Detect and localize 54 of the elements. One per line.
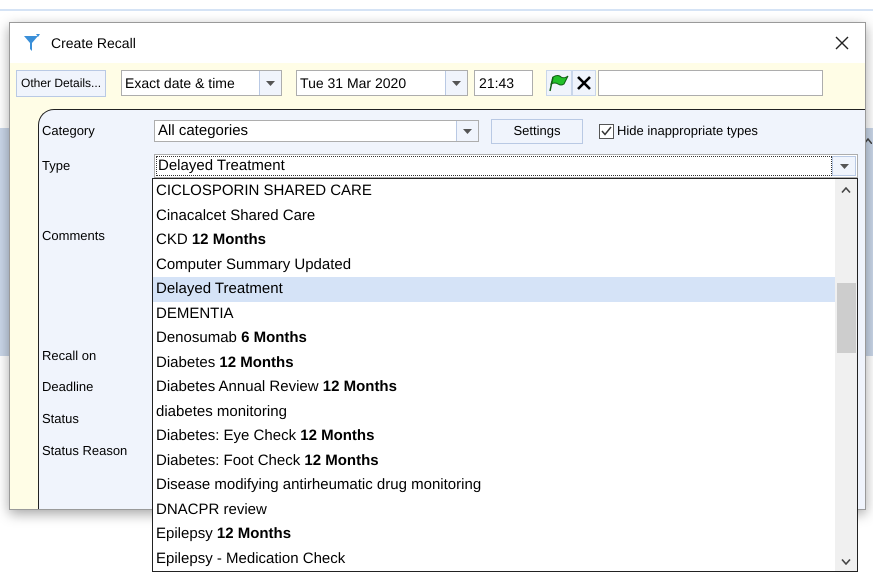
- dropdown-item[interactable]: Denosumab 6 Months: [153, 326, 835, 350]
- dropdown-item[interactable]: diabetes monitoring: [153, 400, 835, 424]
- text-input-field[interactable]: [598, 70, 824, 96]
- dropdown-item[interactable]: Epilepsy - Medication Check: [153, 546, 835, 571]
- caret-icon: [266, 80, 276, 86]
- dropdown-item[interactable]: Epilepsy 12 Months: [153, 522, 835, 546]
- date-select[interactable]: Tue 31 Mar 2020: [296, 70, 468, 96]
- category-select[interactable]: All categories: [154, 120, 479, 142]
- scroll-up-icon: [841, 187, 851, 193]
- window-title: Create Recall: [51, 34, 136, 52]
- date-value: Tue 31 Mar 2020: [300, 74, 406, 92]
- clear-button[interactable]: [572, 70, 596, 96]
- dropdown-item[interactable]: Diabetes: Eye Check 12 Months: [153, 424, 835, 448]
- caret-icon: [840, 164, 848, 168]
- chevron-icon: [864, 138, 872, 144]
- caret-icon: [463, 128, 472, 134]
- scrollbar[interactable]: [835, 179, 857, 571]
- date-mode-select[interactable]: Exact date & time: [121, 70, 282, 96]
- field-label: Status: [42, 411, 79, 427]
- dropdown-item[interactable]: Diabetes: Foot Check 12 Months: [153, 448, 835, 473]
- dropdown-item[interactable]: CKD 12 Months: [153, 228, 835, 252]
- dropdown-item[interactable]: Diabetes Annual Review 12 Months: [153, 375, 835, 400]
- dropdown-item[interactable]: Disease modifying antirheumatic drug monitoring: [153, 473, 835, 498]
- other-details-button[interactable]: Other Details...: [16, 70, 106, 96]
- settings-button[interactable]: Settings: [491, 118, 583, 144]
- dropdown-item[interactable]: CICLOSPORIN SHARED CARE: [153, 179, 835, 204]
- dropdown-item[interactable]: DNACPR review: [153, 498, 835, 522]
- scrollbar-thumb[interactable]: [836, 283, 856, 353]
- close-button[interactable]: [833, 34, 851, 52]
- flag-icon: [549, 74, 570, 92]
- date-mode-value: Exact date & time: [125, 74, 235, 92]
- hide-types-label: Hide inappropriate types: [617, 122, 758, 140]
- dropdown-item[interactable]: Computer Summary Updated: [153, 252, 835, 277]
- type-value: Delayed Treatment: [156, 156, 832, 176]
- type-select[interactable]: Delayed Treatment: [154, 154, 858, 178]
- hide-types-checkbox[interactable]: [599, 124, 614, 138]
- category-label: Category: [42, 122, 96, 140]
- field-label: Comments: [42, 228, 105, 244]
- type-label: Type: [42, 157, 72, 176]
- dropdown-item[interactable]: DEMENTIA: [153, 302, 835, 326]
- clear-icon: [576, 75, 592, 91]
- time-field[interactable]: 21:43: [474, 70, 534, 96]
- dropdown-item[interactable]: Diabetes 12 Months: [153, 350, 835, 375]
- field-label: Recall on: [42, 348, 96, 364]
- field-label: Status Reason: [42, 443, 128, 459]
- caret-icon: [452, 80, 462, 86]
- dropdown-item[interactable]: Cinacalcet Shared Care: [153, 204, 835, 228]
- dropdown-item[interactable]: Delayed Treatment: [153, 277, 835, 302]
- category-value: All categories: [158, 120, 248, 141]
- flag-button[interactable]: [546, 70, 572, 96]
- check-icon: [601, 126, 612, 136]
- scroll-down-icon: [841, 559, 851, 565]
- field-label: Deadline: [42, 379, 94, 395]
- close-icon: [835, 36, 849, 50]
